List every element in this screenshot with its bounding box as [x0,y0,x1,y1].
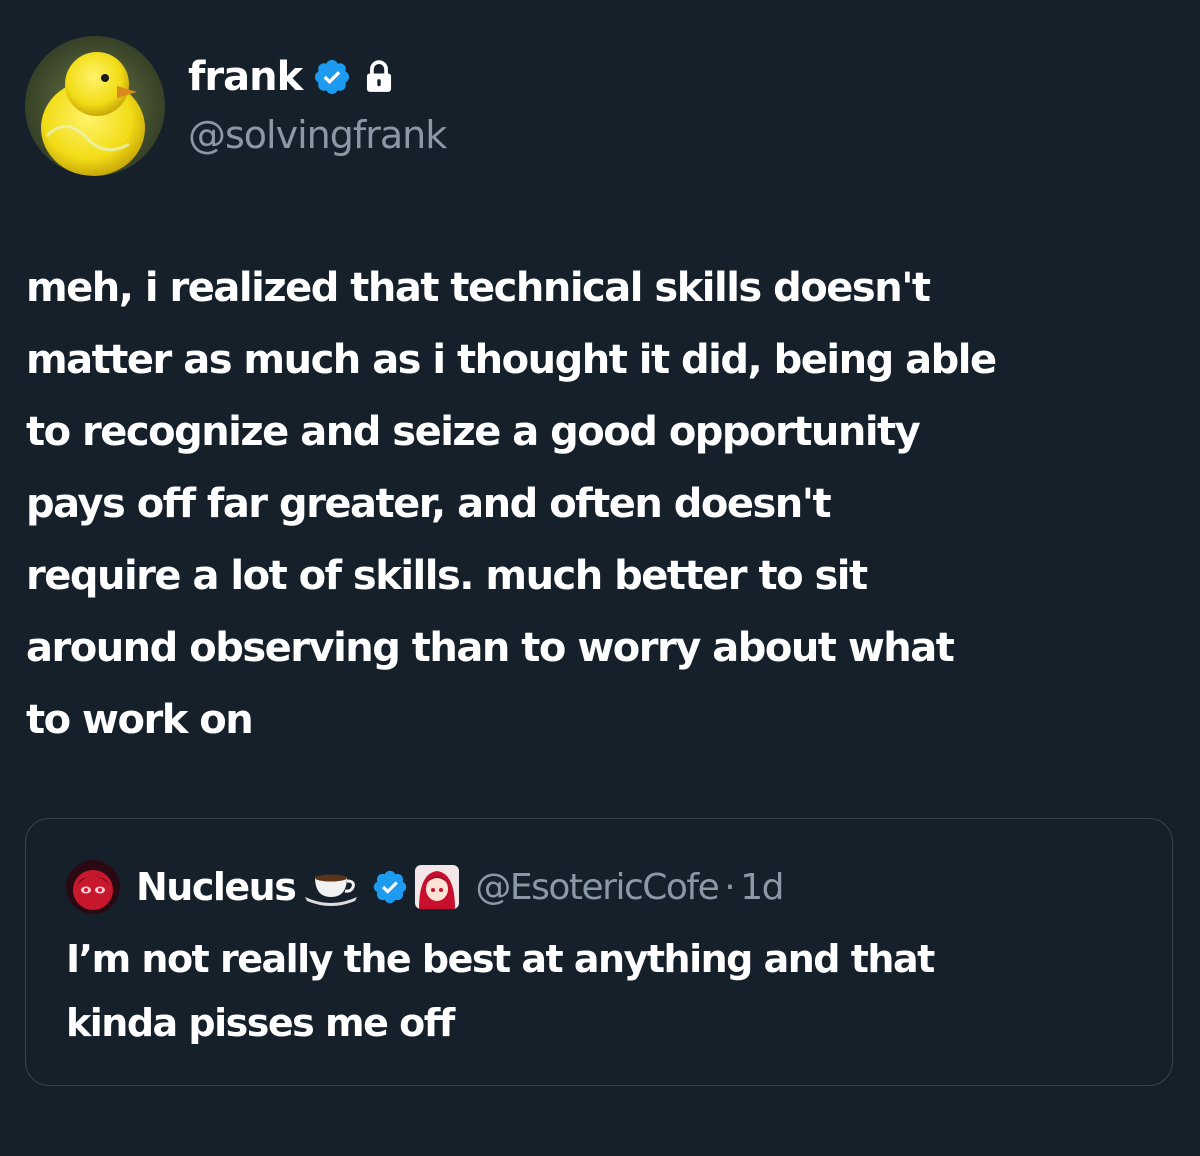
lock-icon [362,58,396,96]
yellow-chick-avatar [25,36,165,176]
verified-badge-icon[interactable] [312,57,352,97]
separator-dot: · [724,866,735,908]
quoted-tweet-card[interactable]: Nucleus @EsotericCofe · 1d I’m not reall… [25,818,1173,1086]
quoted-author-display-name[interactable]: Nucleus [136,865,297,909]
tweet-text: meh, i realized that technical skills do… [26,265,997,743]
author-handle[interactable]: @solvingfrank [188,108,447,162]
affiliate-badge-icon[interactable] [415,865,460,909]
author-display-name[interactable]: frank [188,50,303,104]
tweet[interactable]: frank @solvingfrank meh, i realized that… [0,0,1200,1156]
quoted-tweet-text: I’m not really the best at anything and … [66,937,935,1045]
quoted-tweet-timestamp[interactable]: 1d [740,867,784,908]
quoted-tweet-header: Nucleus @EsotericCofe · 1d [66,859,784,915]
quoted-author-avatar[interactable] [66,860,120,914]
coffee-icon [301,867,361,907]
author-avatar[interactable] [25,36,165,176]
quoted-author-handle[interactable]: @EsotericCofe [475,867,719,908]
author-name-row: frank [188,50,396,104]
quoted-verified-badge-icon[interactable] [371,868,409,906]
